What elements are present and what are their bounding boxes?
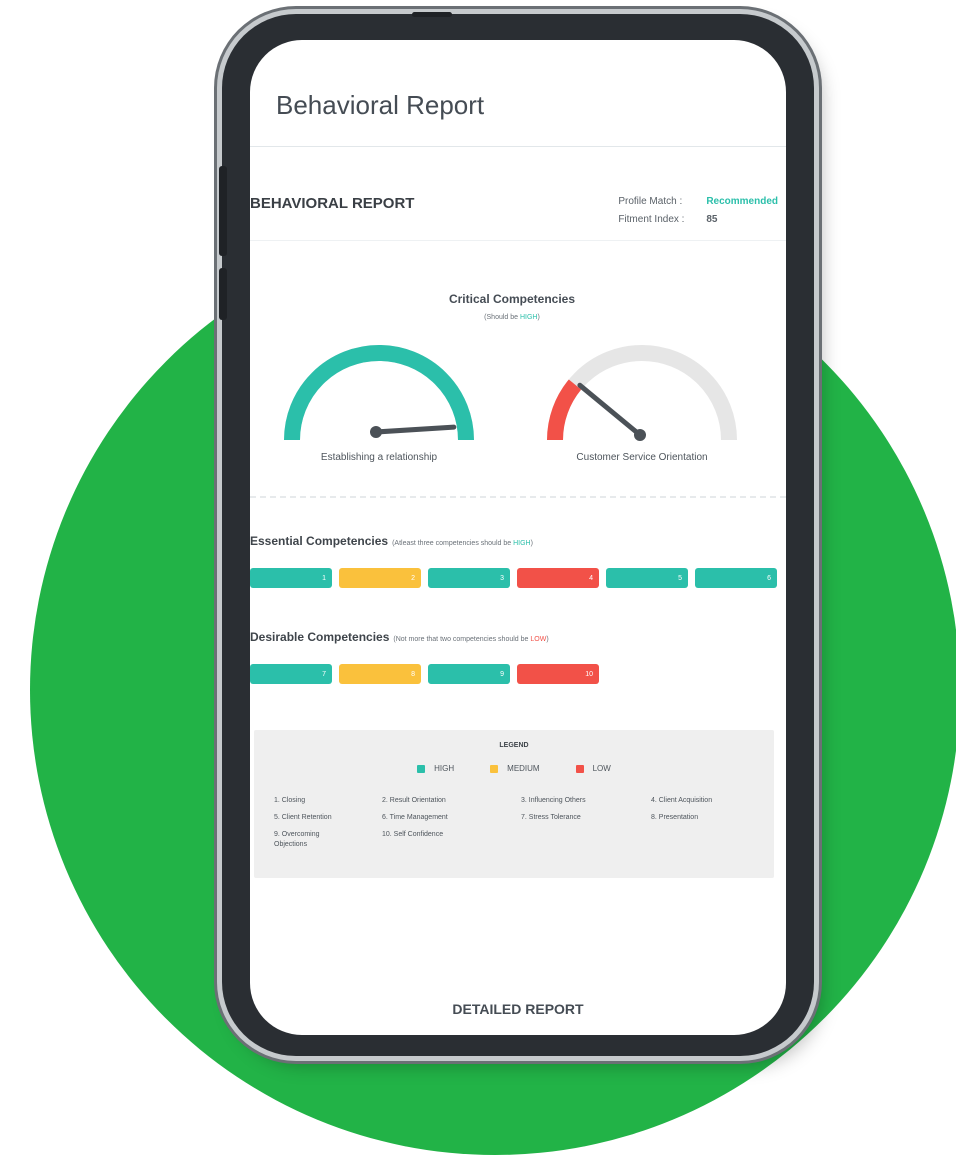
- legend-key-medium: MEDIUM: [490, 764, 540, 773]
- gauge-needle: [577, 382, 643, 438]
- gauge-label: Establishing a relationship: [320, 452, 438, 463]
- essential-competencies-title: Essential Competencies (Atleast three com…: [250, 534, 533, 548]
- phone-screen: Behavioral Report BEHAVIORAL REPORT Prof…: [250, 40, 786, 1035]
- low-swatch-icon: [575, 764, 584, 773]
- gauge-establishing-relationship: [284, 345, 474, 441]
- competency-bar: 4: [517, 568, 599, 588]
- desirable-competency-bars: 7 8 9 10: [250, 664, 606, 684]
- legend-item: 4. Client Acquisition: [651, 797, 713, 804]
- divider: [250, 146, 786, 147]
- gauge-track: [547, 345, 737, 441]
- divider: [250, 496, 786, 498]
- competency-bar: 1: [250, 568, 332, 588]
- competency-bar: 2: [339, 568, 421, 588]
- legend-item: 9. Overcoming Objections: [274, 831, 320, 848]
- legend-item: 6. Time Management: [382, 814, 448, 821]
- medium-swatch-icon: [490, 764, 499, 773]
- legend-item: 10. Self Confidence: [382, 831, 444, 838]
- critical-competencies-title: Critical Competencies: [448, 292, 576, 306]
- report-meta: Profile Match : Recommended Fitment Inde…: [618, 193, 778, 229]
- fitment-index-label: Fitment Index :: [618, 214, 685, 225]
- phone-side-button: [219, 166, 227, 256]
- report-heading: BEHAVIORAL REPORT: [250, 195, 415, 212]
- competency-bar: 6: [695, 568, 777, 588]
- phone-side-button: [219, 268, 227, 320]
- desirable-competencies-note: (Not more that two competencies should b…: [393, 636, 549, 643]
- legend-items: 1. Closing 2. Result Orientation 3. Infl…: [274, 796, 764, 850]
- legend-key-low: LOW: [575, 764, 611, 773]
- legend-item: 7. Stress Tolerance: [521, 814, 581, 821]
- critical-competencies-note: (Should be HIGH): [484, 314, 540, 321]
- essential-competencies-note: (Atleast three competencies should be HI…: [392, 540, 533, 547]
- legend-panel: LEGEND HIGH MEDIUM LOW 1. Closing 2. Res…: [254, 730, 774, 878]
- legend-item: 1. Closing: [274, 797, 306, 804]
- competency-bar: 10: [517, 664, 599, 684]
- legend-key-high: HIGH: [417, 764, 454, 773]
- profile-match-value: Recommended: [706, 196, 778, 207]
- essential-competency-bars: 1 2 3 4 5 6: [250, 568, 784, 588]
- competency-bar: 8: [339, 664, 421, 684]
- desirable-competencies-title: Desirable Competencies (Not more that two…: [250, 630, 549, 644]
- detailed-report-link[interactable]: DETAILED REPORT: [250, 1001, 786, 1017]
- gauge-needle: [373, 424, 457, 435]
- gauge-hub: [634, 429, 646, 441]
- legend-title: LEGEND: [499, 742, 529, 749]
- gauge-label: Customer Service Orientation: [576, 452, 708, 463]
- phone-top-button: [412, 12, 452, 17]
- competency-bar: 3: [428, 568, 510, 588]
- legend-item: 2. Result Orientation: [382, 797, 446, 804]
- fitment-index-value: 85: [706, 214, 718, 225]
- divider: [250, 240, 786, 241]
- gauge-customer-service-orientation: [547, 345, 737, 441]
- legend-item: 5. Client Retention: [274, 814, 332, 821]
- competency-bar: 5: [606, 568, 688, 588]
- competency-bar: 7: [250, 664, 332, 684]
- legend-item: 3. Influencing Others: [521, 797, 586, 804]
- competency-bar: 9: [428, 664, 510, 684]
- legend-item: 8. Presentation: [651, 814, 699, 821]
- legend-keys: HIGH MEDIUM LOW: [254, 764, 774, 773]
- gauge-fill: [547, 379, 582, 441]
- page-title: Behavioral Report: [276, 90, 485, 120]
- high-swatch-icon: [417, 764, 426, 773]
- gauge-hub: [370, 426, 382, 438]
- profile-match-label: Profile Match :: [618, 196, 683, 207]
